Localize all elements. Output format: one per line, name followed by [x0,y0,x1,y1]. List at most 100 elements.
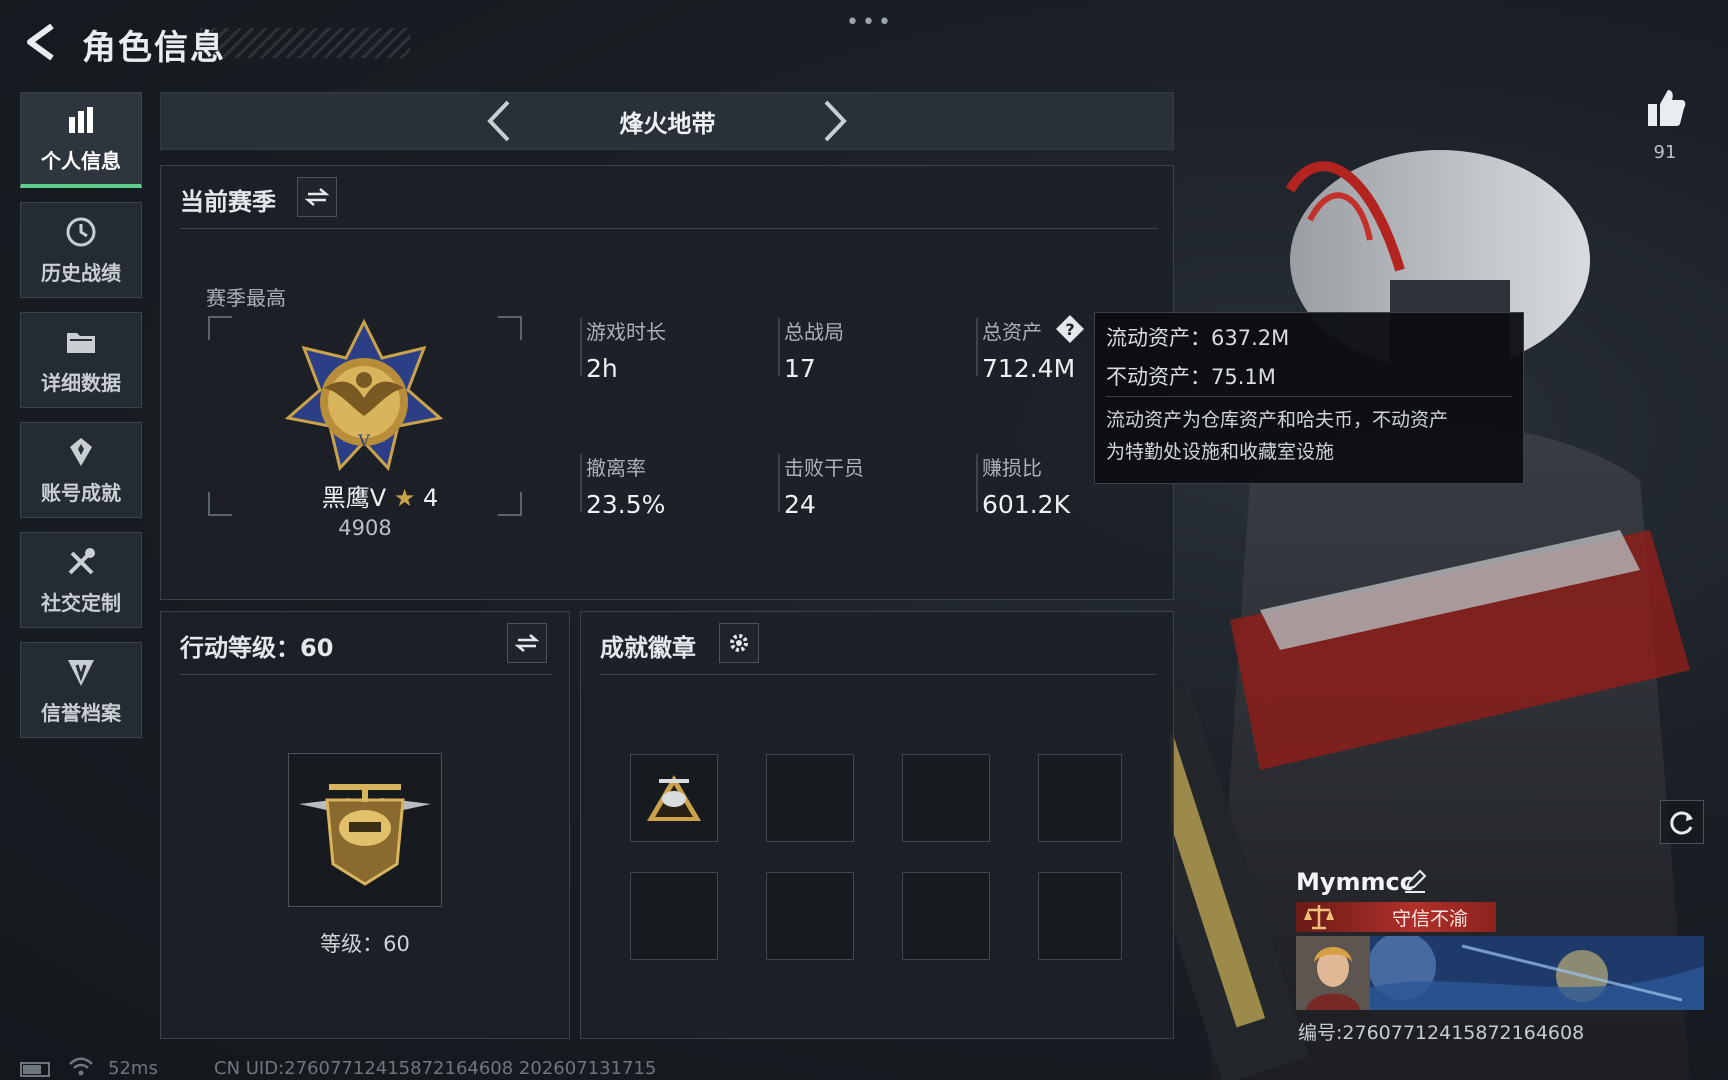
stat-divider [976,318,978,376]
badge-slot[interactable] [902,754,990,842]
profile-banner [1342,936,1704,1010]
folder-icon [67,332,95,353]
rank-name: 黑鹰V [321,484,387,512]
bar-chart-icon [69,107,93,133]
scales-icon [1304,905,1334,930]
helicopter-badge [647,775,701,821]
tools-icon [68,547,95,574]
sidebar-item-label: 历史战绩 [41,260,121,285]
level-text: 等级：60 [320,932,410,956]
back-arrow-icon[interactable] [22,22,62,62]
season-switch-button[interactable] [297,177,337,217]
badge-slot[interactable] [1038,872,1122,960]
stat-value: 2h [586,354,618,383]
stat-divider [778,318,780,376]
svg-text:?: ? [1065,320,1074,339]
achievement-icon [70,437,92,466]
stat-divider [976,454,978,512]
level-switch-button[interactable] [507,623,547,663]
page-title: 角色信息 [82,28,226,68]
sidebar-item-social[interactable]: 社交定制 [20,532,142,628]
frame-corner [208,316,232,340]
ping-text: 52ms [108,1058,158,1079]
chevron-left-icon[interactable] [484,98,514,144]
helicopter-emblem [299,784,431,886]
tooltip-note-line: 流动资产为仓库资产和哈夫币，不动资产 [1106,409,1449,431]
more-menu-button[interactable]: ••• [846,10,894,35]
gear-icon [730,634,748,652]
help-icon[interactable]: ? [1054,313,1086,345]
player-name: Mymmcc [1296,868,1414,896]
like-count: 91 [1653,142,1677,163]
edit-icon[interactable] [1402,868,1428,894]
stat-divider [580,318,582,376]
level-divider [180,674,552,675]
stat-label: 赚损比 [982,456,1042,480]
swap-icon [515,634,539,652]
sidebar-item-label: 信誉档案 [41,700,121,725]
sidebar-item-detailed-data[interactable]: 详细数据 [20,312,142,408]
badge-slot[interactable] [630,872,718,960]
stat-label: 击败干员 [784,456,864,480]
stat-value: 712.4M [982,354,1076,383]
wifi-icon [69,1057,93,1076]
badge-slot[interactable] [902,872,990,960]
badge-settings-button[interactable] [719,623,759,663]
badge-slot[interactable] [630,754,718,842]
battery-icon [20,1062,50,1077]
stat-value: 24 [784,490,816,519]
sidebar-item-label: 详细数据 [41,370,121,395]
tooltip-note-line: 为特勤处设施和收藏室设施 [1106,441,1335,463]
stat-value: 601.2K [982,490,1070,519]
sidebar-item-label: 社交定制 [41,590,121,615]
sidebar-item-label: 账号成就 [41,480,121,505]
star-icon: ★ [393,484,416,512]
clock-icon [66,217,96,246]
badges-divider [600,674,1156,675]
badges-title: 成就徽章 [600,634,696,662]
frame-corner [498,492,522,516]
uid-text: CN UID:276077124158721646​08 20260713171… [214,1058,657,1079]
stat-label: 总资产 [982,320,1042,344]
level-emblem-frame [288,753,442,907]
mode-title: 烽火地带 [619,110,716,138]
action-level-title: 行动等级：60 [180,634,334,662]
refresh-icon [1670,811,1693,835]
sidebar-item-label: 个人信息 [41,149,121,173]
avatar[interactable] [1296,936,1370,1010]
sidebar-item-credit[interactable]: 信誉档案 [20,642,142,738]
tooltip-fixed-assets: 不动资产：75.1M [1106,365,1276,389]
stat-label: 总战局 [784,320,844,344]
shield-icon [68,659,94,686]
thumbs-up-icon[interactable] [1644,86,1688,130]
frame-corner [498,316,522,340]
rank-score: 4908 [338,516,392,540]
badge-slot[interactable] [766,754,854,842]
player-id: 编号:276077124158721646​08 [1298,1022,1585,1044]
svg-text:V: V [357,431,370,450]
stat-label: 游戏时长 [586,320,666,344]
stat-label: 撤离率 [586,456,646,480]
tooltip-divider [1106,396,1512,397]
chevron-right-icon[interactable] [820,98,850,144]
sidebar-item-history[interactable]: 历史战绩 [20,202,142,298]
swap-icon [305,188,329,206]
stat-divider [778,454,780,512]
stat-value: 23.5% [586,490,666,519]
stat-divider [580,454,582,512]
season-best-label: 赛季最高 [206,286,286,310]
sidebar-item-achievements[interactable]: 账号成就 [20,422,142,518]
sidebar-item-personal-info[interactable]: 个人信息 [20,92,142,188]
rank-stars: 4 [422,484,439,512]
badge-slot[interactable] [1038,754,1122,842]
badge-slot[interactable] [766,872,854,960]
title-decoration [200,28,410,58]
tooltip-liquid-assets: 流动资产：637.2M [1106,326,1290,350]
rank-emblem: V [284,318,444,472]
honor-title: 守信不渝 [1391,908,1468,930]
season-divider [180,228,1158,229]
frame-corner [208,492,232,516]
season-title: 当前赛季 [180,188,276,216]
rotate-model-button[interactable] [1660,800,1704,844]
rank-name-row: 黑鹰V ★ 4 [300,478,460,513]
